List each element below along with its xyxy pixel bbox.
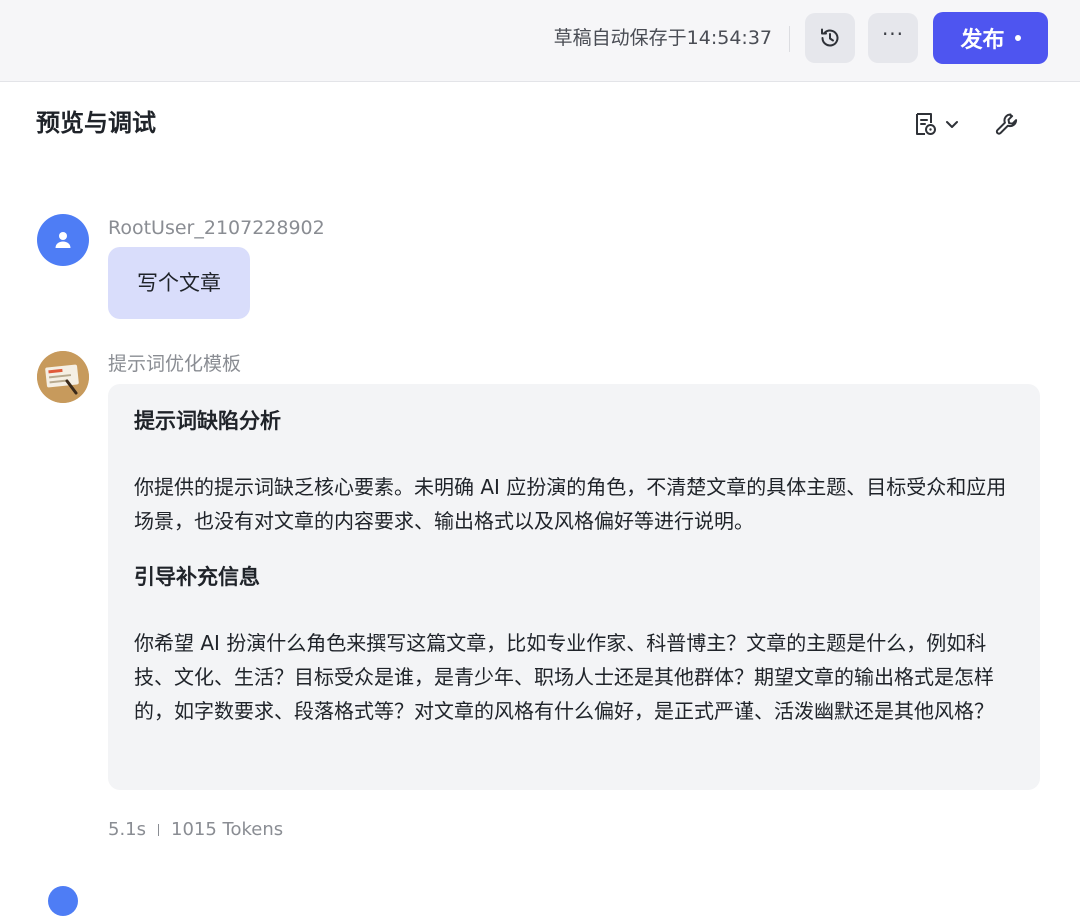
response-meta: 5.1s 1015 Tokens	[108, 818, 283, 842]
document-settings-dropdown[interactable]	[912, 108, 960, 140]
section-paragraph: 你希望 AI 扮演什么角色来撰写这篇文章，比如专业作家、科普博主？文章的主题是什…	[134, 631, 994, 723]
section-heading: 提示词缺陷分析	[134, 409, 281, 433]
chevron-down-icon	[946, 121, 958, 128]
bot-avatar	[37, 351, 89, 403]
meta-divider	[158, 824, 160, 836]
section-heading: 引导补充信息	[134, 565, 260, 589]
publish-status-dot	[1014, 35, 1021, 41]
section-paragraph: 你提供的提示词缺乏核心要素。未明确 AI 应扮演的角色，不清楚文章的具体主题、目…	[134, 475, 1007, 533]
history-clock-icon	[821, 28, 839, 47]
next-message-avatar	[48, 886, 78, 916]
user-name: RootUser_2107228902	[108, 217, 325, 239]
user-person-icon	[55, 232, 71, 248]
document-settings-icon	[916, 113, 936, 135]
bot-message-bubble: 提示词缺陷分析 你提供的提示词缺乏核心要素。未明确 AI 应扮演的角色，不清楚文…	[108, 384, 1040, 790]
user-message-bubble: 写个文章	[108, 247, 250, 319]
wrench-icon	[995, 113, 1018, 135]
bot-template-avatar-icon	[37, 351, 89, 403]
bot-name: 提示词优化模板	[108, 353, 242, 375]
more-options-button[interactable]: ···	[868, 13, 918, 63]
history-button[interactable]	[805, 13, 855, 63]
top-bar: 草稿自动保存于14:54:37 ··· 发布	[0, 0, 1080, 82]
page-title: 预览与调试	[36, 109, 156, 137]
token-count: 1015 Tokens	[171, 819, 284, 840]
publish-button[interactable]: 发布	[933, 12, 1048, 64]
publish-button-label: 发布	[960, 28, 1005, 53]
response-time: 5.1s	[108, 819, 147, 840]
user-avatar	[37, 214, 89, 266]
toolbar-divider	[789, 26, 790, 52]
debug-tools-button[interactable]	[993, 108, 1021, 140]
more-dots-icon: ···	[881, 22, 905, 46]
autosave-status: 草稿自动保存于14:54:37	[553, 27, 772, 49]
